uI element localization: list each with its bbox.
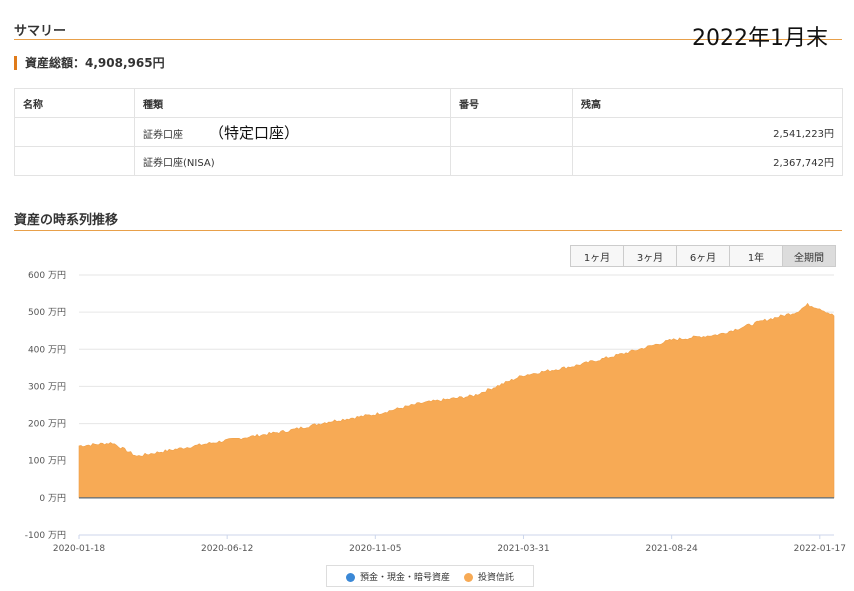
cell-number <box>450 146 573 176</box>
legend-item-cash[interactable]: 預金・現金・暗号資産 <box>345 570 450 583</box>
summary-header: サマリー 2022年1月末 <box>14 14 842 51</box>
history-header: 資産の時系列推移 <box>14 206 842 231</box>
x-tick-label: 2021-08-24 <box>645 544 698 554</box>
table-row: 証券口座(NISA) 2,367,742円 <box>14 146 843 176</box>
summary-title: サマリー <box>14 24 67 39</box>
total-assets: 資産総額：4,908,965円 <box>14 56 165 70</box>
y-tick-label: 300 万円 <box>28 381 66 392</box>
cell-name <box>14 146 135 176</box>
x-tick-label: 2022-01-17 <box>794 544 846 554</box>
chart-legend: 預金・現金・暗号資産 投資信託 <box>326 565 534 587</box>
col-header-number: 番号 <box>450 88 573 118</box>
legend-label-fund: 投資信託 <box>478 572 515 583</box>
cell-name <box>14 117 135 147</box>
y-tick-label: 100 万円 <box>28 456 66 467</box>
col-header-balance: 残高 <box>572 88 843 118</box>
y-tick-label: 600 万円 <box>28 270 66 281</box>
x-tick-label: 2021-03-31 <box>497 544 549 554</box>
cell-type: 証券口座 （特定口座） <box>134 117 451 147</box>
history-chart: 600 万円 500 万円 400 万円 300 万円 200 万円 100 万円 0 万円… <box>25 270 846 554</box>
cell-number <box>450 117 573 147</box>
y-tick-label: 400 万円 <box>28 344 66 355</box>
col-header-type: 種類 <box>134 88 451 118</box>
legend-item-fund[interactable]: 投資信託 <box>464 570 514 583</box>
y-tick-label: 500 万円 <box>28 307 66 318</box>
account-table: 名称 種類 番号 残高 証券口座 （特定口座） 2,541,223円 証券口座(N… <box>14 88 843 176</box>
cell-type-text: 証券口座 <box>143 129 183 141</box>
date-label: 2022年1月末 <box>692 26 828 51</box>
series-area-fund <box>78 302 835 499</box>
cell-type: 証券口座(NISA) <box>134 146 451 176</box>
table-header-row: 名称 種類 番号 残高 <box>14 88 843 118</box>
x-tick-label: 2020-11-05 <box>349 544 401 554</box>
history-title: 資産の時系列推移 <box>14 213 119 228</box>
legend-dot-cash <box>345 572 355 582</box>
y-tick-label: 200 万円 <box>28 419 66 430</box>
y-tick-label: 0 万円 <box>39 493 66 504</box>
annotation-text: （特定口座） <box>209 123 300 142</box>
legend-dot-fund <box>464 572 473 582</box>
table-row: 証券口座 （特定口座） 2,541,223円 <box>14 117 843 147</box>
col-header-name: 名称 <box>14 88 135 118</box>
cell-balance: 2,367,742円 <box>572 146 843 176</box>
cell-balance: 2,541,223円 <box>572 117 843 147</box>
x-tick-label: 2020-06-12 <box>201 544 253 554</box>
x-tick-label: 2020-01-18 <box>53 544 106 554</box>
legend-label-cash: 預金・現金・暗号資産 <box>359 572 450 583</box>
y-tick-label: -100 万円 <box>25 530 66 541</box>
